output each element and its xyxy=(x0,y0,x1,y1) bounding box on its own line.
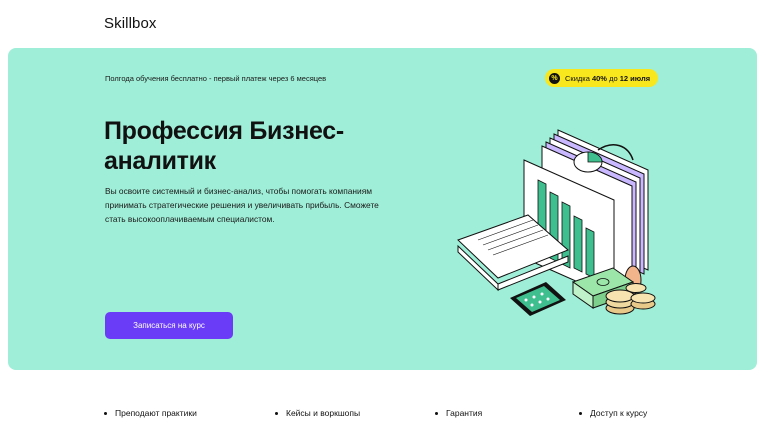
discount-text: Скидка 40% до 12 июля xyxy=(565,73,651,83)
calculator-icon xyxy=(510,282,566,316)
feature-label: Доступ к курсу xyxy=(590,408,648,418)
bullet-icon xyxy=(435,411,438,415)
discount-badge: % Скидка 40% до 12 июля xyxy=(545,69,659,87)
feature-label: Преподают практики xyxy=(115,408,197,418)
course-description: Вы освоите системный и бизнес-анализ, чт… xyxy=(105,186,379,224)
hero-banner: Полгода обучения бесплатно - первый плат… xyxy=(8,48,757,370)
bullet-icon xyxy=(104,411,107,415)
feature-label: Кейсы и воркшопы xyxy=(286,408,361,418)
business-illustration xyxy=(457,129,656,316)
feature-item: Гарантия xyxy=(435,408,482,418)
site-header: Skillbox xyxy=(0,0,768,48)
feature-item: Кейсы и воркшопы xyxy=(275,408,360,418)
bullet-icon xyxy=(579,411,582,415)
feature-item: Преподают практики xyxy=(104,408,197,418)
enroll-button[interactable]: Записаться на курс xyxy=(105,312,233,339)
percent-icon: % xyxy=(549,72,560,84)
feature-item: Доступ к курсу xyxy=(579,408,647,418)
skillbox-logo[interactable]: Skillbox xyxy=(104,15,157,32)
payment-note: Полгода обучения бесплатно - первый плат… xyxy=(105,74,327,83)
page-title: Профессия Бизнес-аналитик xyxy=(104,117,344,175)
feature-label: Гарантия xyxy=(446,408,483,418)
binder-pages-icon xyxy=(523,129,649,299)
features-list: Преподают практики Кейсы и воркшопы Гара… xyxy=(0,408,768,422)
bullet-icon xyxy=(275,411,278,415)
